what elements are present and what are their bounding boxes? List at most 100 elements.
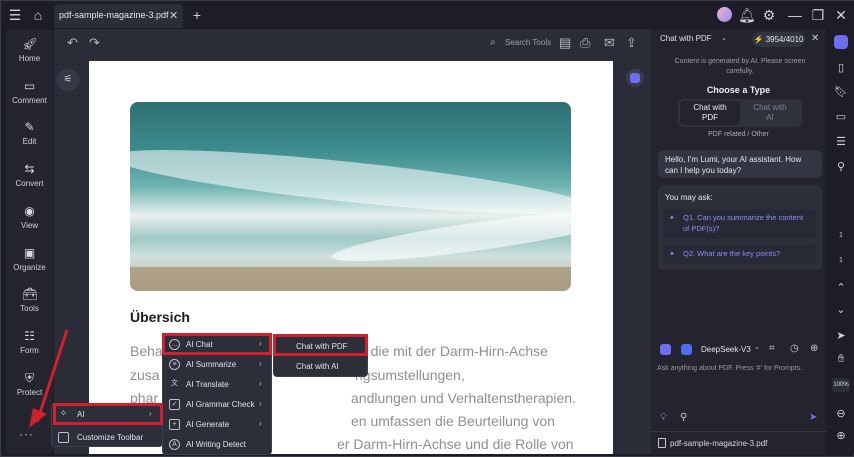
comments-icon[interactable]: ▭: [834, 110, 848, 124]
app-window: ☰ ⌂ pdf-sample-magazine-3.pdf ✕ + 🔔︎ ⚙ —…: [0, 0, 854, 457]
nav-label: View: [20, 221, 39, 230]
menu-item-ai-summarize[interactable]: ≡ AI Summarize ›: [163, 355, 271, 375]
body-text: Beha: [130, 343, 163, 359]
nav-edit[interactable]: ✎ Edit: [6, 114, 53, 154]
gear-icon[interactable]: ⚙: [761, 7, 777, 23]
body-text: en umfassen die Beurteilung von: [351, 413, 555, 429]
send-icon[interactable]: ➤: [809, 412, 817, 423]
zoom-in-icon[interactable]: ⊕: [834, 429, 848, 443]
attached-file[interactable]: pdf-sample-magazine-3.pdf: [651, 431, 826, 453]
lightbulb-icon[interactable]: 💡︎: [660, 412, 667, 423]
rocket-icon: 🚀︎: [22, 37, 38, 51]
ai-generate-icon: +: [169, 419, 180, 430]
page-up-icon[interactable]: ⌃: [834, 281, 848, 295]
type-label: AI: [766, 113, 774, 122]
ai-summarize-icon: ≡: [169, 359, 180, 370]
ask-title: You may ask:: [665, 193, 713, 202]
convert-icon: ⇆: [24, 162, 35, 176]
restore-icon[interactable]: ❐: [810, 7, 826, 23]
assistant-greeting: Hello, I'm Lumi, your AI assistant. How …: [658, 150, 822, 178]
menu-item-ai-generate[interactable]: + AI Generate ›: [163, 415, 271, 435]
type-chat-with-ai[interactable]: Chat with AI: [740, 101, 800, 125]
search-icon[interactable]: ⌕: [490, 37, 496, 48]
ai-grammar-icon: ✓: [169, 399, 180, 410]
page-down-icon[interactable]: ⌄: [834, 303, 848, 317]
attach-icon[interactable]: ⌗: [769, 343, 775, 354]
chat-input[interactable]: Ask anything about PDF. Press '#' for Pr…: [657, 365, 822, 372]
highlight-chat-with-pdf: [273, 334, 368, 356]
chevron-down-icon[interactable]: ⌄: [754, 343, 760, 351]
document-toolbar: ↶ ↷ ⌕ Search Tools ▤ ⎙ ✉ ⇪: [54, 29, 651, 57]
save-icon[interactable]: ▤: [559, 35, 571, 51]
ai-assistant-icon[interactable]: [626, 69, 644, 87]
type-subtitle: PDF related / Other: [708, 131, 769, 138]
question-text: Q1. Can you summarize the content of PDF…: [683, 213, 804, 233]
menu-label: AI Writing Detect: [186, 440, 246, 449]
home-icon[interactable]: ⌂: [30, 7, 46, 23]
type-chat-with-pdf[interactable]: Chat with PDF: [680, 101, 740, 125]
lightning-icon: ⚡: [753, 35, 764, 44]
document-tab[interactable]: pdf-sample-magazine-3.pdf ✕: [54, 4, 183, 28]
history-icon[interactable]: ◷: [790, 343, 799, 354]
hand-icon[interactable]: ✋︎: [834, 352, 848, 366]
suggested-question[interactable]: ✦ Q2. What are the key points?: [663, 245, 816, 264]
nav-convert[interactable]: ⇆ Convert: [6, 156, 53, 196]
page-current[interactable]: 1: [827, 232, 854, 239]
zoom-out-icon[interactable]: ⊖: [834, 407, 848, 421]
ai-notice: Content is generated by AI. Please scree…: [674, 58, 806, 75]
chevron-right-icon: ›: [259, 379, 262, 388]
ai-panel-icon[interactable]: [834, 35, 848, 49]
nav-organize[interactable]: ▣ Organize: [6, 240, 53, 280]
app-icon[interactable]: [660, 344, 671, 355]
mail-icon[interactable]: ✉: [604, 35, 615, 51]
suggested-question[interactable]: ✦ Q1. Can you summarize the content of P…: [663, 209, 816, 239]
add-chat-icon[interactable]: ⊕: [810, 343, 818, 354]
bell-icon[interactable]: 🔔︎: [738, 7, 756, 23]
undo-icon[interactable]: ↶: [67, 35, 78, 51]
chat-panel: Chat with PDF ⌄ ⚡ 3954/4010 ✕ Content is…: [651, 29, 826, 454]
share-icon[interactable]: ⇪: [626, 35, 637, 51]
menu-item-ai-translate[interactable]: 文 AI Translate ›: [163, 375, 271, 395]
window-close-icon[interactable]: ✕: [833, 7, 849, 23]
menu-item-ai-grammar-check[interactable]: ✓ AI Grammar Check ›: [163, 395, 271, 415]
close-panel-icon[interactable]: ✕: [811, 33, 819, 44]
nav-view[interactable]: ◉ View: [6, 198, 53, 238]
hamburger-menu-icon[interactable]: ☰: [7, 7, 23, 23]
credits-badge[interactable]: ⚡ 3954/4010: [752, 32, 805, 47]
menu-item-chat-with-ai[interactable]: Chat with AI: [274, 357, 367, 377]
nav-label: Comment: [12, 96, 47, 105]
zoom-level[interactable]: 100%: [832, 378, 850, 392]
section-heading: Übersich: [130, 309, 190, 325]
chevron-right-icon: ›: [259, 399, 262, 408]
attachment-icon[interactable]: ⚲: [834, 160, 848, 174]
eye-icon: ◉: [24, 204, 35, 218]
new-tab-icon[interactable]: +: [189, 7, 205, 23]
menu-label: Chat with AI: [296, 362, 339, 371]
comment-icon: ▭: [23, 79, 36, 93]
fields-icon[interactable]: ☰: [834, 135, 848, 149]
search-tools[interactable]: Search Tools: [505, 38, 551, 47]
nav-home[interactable]: 🚀︎ Home: [6, 31, 53, 71]
model-selector[interactable]: DeepSeek-V3: [701, 345, 751, 354]
redo-icon[interactable]: ↷: [89, 35, 100, 51]
clip-icon[interactable]: ⚲: [680, 412, 687, 423]
avatar[interactable]: [717, 7, 732, 22]
menu-item-ai-writing-detect[interactable]: A AI Writing Detect: [163, 435, 271, 455]
menu-label: AI Translate: [186, 380, 229, 389]
chat-mode-dropdown[interactable]: Chat with PDF: [660, 34, 712, 43]
chat-type-selector: Chat with PDF Chat with AI: [678, 99, 802, 127]
select-cursor-icon[interactable]: ➤: [834, 329, 848, 343]
nav-comment[interactable]: ▭ Comment: [6, 73, 53, 113]
type-label: Chat with: [753, 103, 787, 112]
bookmark-icon[interactable]: 🔖︎: [834, 85, 848, 99]
thumbnails-icon[interactable]: ▯: [834, 61, 848, 75]
filter-settings-icon[interactable]: ⚟: [57, 69, 79, 91]
body-text: er Darm-Hirn-Achse und die Rolle von: [337, 436, 574, 452]
minimize-icon[interactable]: —: [787, 7, 803, 23]
print-icon[interactable]: ⎙: [580, 35, 590, 51]
document-area: ↶ ↷ ⌕ Search Tools ▤ ⎙ ✉ ⇪ ⚟ Übersich Be…: [54, 29, 651, 454]
nav-tools[interactable]: 🧰︎ Tools: [6, 281, 53, 321]
model-row: DeepSeek-V3 ⌄ ⌗ ◷ ⊕: [651, 339, 826, 361]
close-icon[interactable]: ✕: [169, 9, 178, 22]
chevron-down-icon[interactable]: ⌄: [721, 34, 727, 42]
